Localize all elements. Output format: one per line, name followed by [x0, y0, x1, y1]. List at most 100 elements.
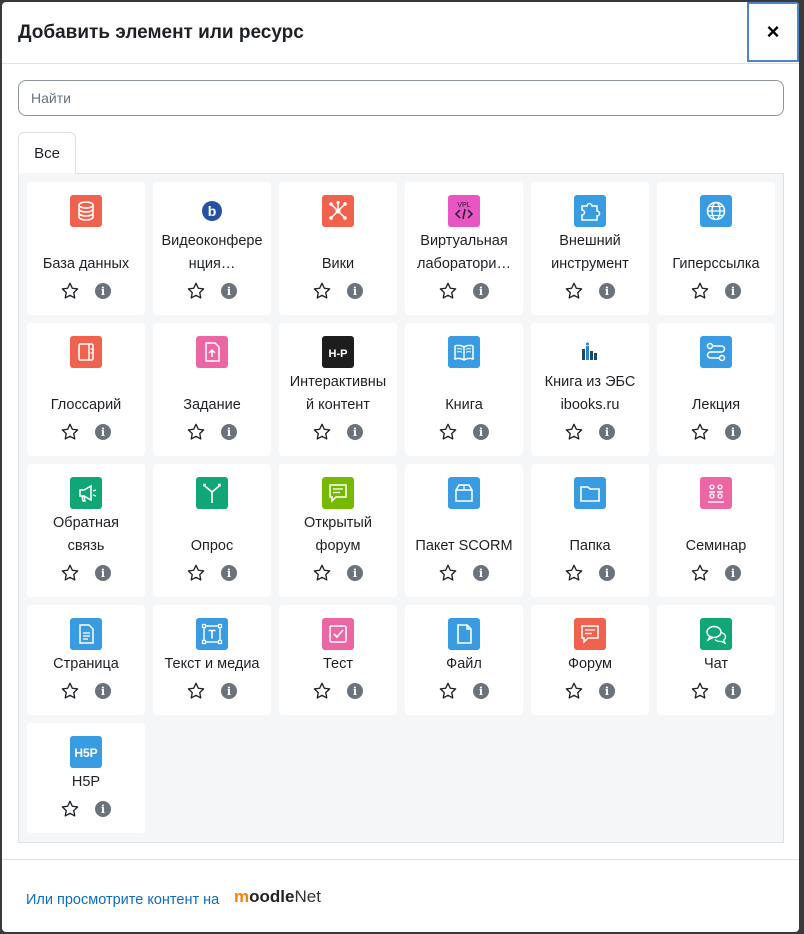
activity-card[interactable]: VPL Виртуальная лаборатори… i [405, 182, 523, 315]
star-icon[interactable] [186, 422, 206, 442]
activity-name: Глоссарий [31, 394, 141, 417]
info-icon[interactable]: i [95, 424, 111, 440]
info-icon[interactable]: i [221, 565, 237, 581]
info-icon[interactable]: i [725, 565, 741, 581]
star-icon[interactable] [312, 422, 332, 442]
star-icon[interactable] [438, 681, 458, 701]
info-icon[interactable]: i [599, 683, 615, 699]
star-icon[interactable] [564, 563, 584, 583]
activity-card[interactable]: Папка i [531, 464, 649, 597]
star-icon[interactable] [312, 281, 332, 301]
info-icon[interactable]: i [725, 424, 741, 440]
search-input[interactable] [18, 80, 784, 116]
text-media-icon [196, 618, 228, 650]
activity-card[interactable]: H5P H5P i [27, 723, 145, 833]
star-icon[interactable] [690, 681, 710, 701]
activity-card[interactable]: Обратная связь i [27, 464, 145, 597]
activity-card[interactable]: Текст и медиа i [153, 605, 271, 715]
svg-text:H5P: H5P [74, 746, 97, 760]
star-icon[interactable] [60, 422, 80, 442]
workshop-icon [700, 477, 732, 509]
star-icon[interactable] [186, 563, 206, 583]
activity-actions: i [657, 422, 775, 442]
info-icon[interactable]: i [221, 283, 237, 299]
activity-card[interactable]: Глоссарий i [27, 323, 145, 456]
info-icon[interactable]: i [347, 283, 363, 299]
star-icon[interactable] [438, 563, 458, 583]
info-icon[interactable]: i [95, 565, 111, 581]
moodlenet-logo[interactable]: m oodle Net [234, 887, 321, 907]
activity-actions: i [27, 681, 145, 701]
info-icon[interactable]: i [347, 424, 363, 440]
star-icon[interactable] [312, 563, 332, 583]
activity-card[interactable]: H-P Интерактивны й контент i [279, 323, 397, 456]
activity-actions: i [153, 281, 271, 301]
star-icon[interactable] [564, 281, 584, 301]
activity-card[interactable]: База данных i [27, 182, 145, 315]
activity-card[interactable]: Открытый форум i [279, 464, 397, 597]
tab-all[interactable]: Все [18, 132, 76, 174]
info-icon[interactable]: i [725, 683, 741, 699]
activity-card[interactable]: Форум i [531, 605, 649, 715]
activity-card[interactable]: Страница i [27, 605, 145, 715]
close-button[interactable]: × [747, 2, 799, 62]
info-icon[interactable]: i [473, 424, 489, 440]
info-icon[interactable]: i [95, 283, 111, 299]
info-icon[interactable]: i [95, 801, 111, 817]
star-icon[interactable] [690, 422, 710, 442]
tab-bar: Все [18, 132, 784, 174]
star-icon[interactable] [690, 563, 710, 583]
activity-card[interactable]: Опрос i [153, 464, 271, 597]
activity-name-line: й контент [306, 397, 370, 413]
database-icon [70, 195, 102, 227]
star-icon[interactable] [564, 681, 584, 701]
moodlenet-link[interactable]: Или просмотрите контент на [26, 892, 219, 908]
star-icon[interactable] [186, 281, 206, 301]
info-icon[interactable]: i [473, 565, 489, 581]
star-icon[interactable] [60, 681, 80, 701]
activity-panel: База данных i b Видеоконфере нция… i Вики i VPL В… [18, 173, 784, 843]
activity-name: H5P [31, 771, 141, 794]
activity-card[interactable]: Лекция i [657, 323, 775, 456]
info-icon[interactable]: i [599, 283, 615, 299]
info-icon[interactable]: i [473, 683, 489, 699]
info-icon[interactable]: i [95, 683, 111, 699]
info-icon[interactable]: i [599, 424, 615, 440]
activity-card[interactable]: Пакет SCORM i [405, 464, 523, 597]
ibooks-icon [574, 336, 606, 368]
star-icon[interactable] [690, 281, 710, 301]
activity-card[interactable]: Книга i [405, 323, 523, 456]
activity-card[interactable]: Тест i [279, 605, 397, 715]
info-icon[interactable]: i [221, 683, 237, 699]
star-icon[interactable] [60, 281, 80, 301]
star-icon[interactable] [60, 563, 80, 583]
activity-card[interactable]: Вики i [279, 182, 397, 315]
activity-actions: i [279, 281, 397, 301]
activity-card[interactable]: Файл i [405, 605, 523, 715]
activity-card[interactable]: Внешний инструмент i [531, 182, 649, 315]
moodlenet-logo-net: Net [294, 887, 321, 906]
star-icon[interactable] [564, 422, 584, 442]
activity-card[interactable]: Семинар i [657, 464, 775, 597]
activity-name: Гиперссылка [661, 253, 771, 276]
activity-card[interactable]: b Видеоконфере нция… i [153, 182, 271, 315]
star-icon[interactable] [312, 681, 332, 701]
info-icon[interactable]: i [221, 424, 237, 440]
activity-card[interactable]: Книга из ЭБС ibooks.ru i [531, 323, 649, 456]
activity-card[interactable]: Гиперссылка i [657, 182, 775, 315]
info-icon[interactable]: i [725, 283, 741, 299]
activity-card[interactable]: Чат i [657, 605, 775, 715]
info-icon[interactable]: i [347, 565, 363, 581]
info-icon[interactable]: i [473, 283, 489, 299]
choice-icon [196, 477, 228, 509]
star-icon[interactable] [438, 281, 458, 301]
star-icon[interactable] [438, 422, 458, 442]
star-icon[interactable] [60, 799, 80, 819]
activity-actions: i [531, 563, 649, 583]
info-icon[interactable]: i [599, 565, 615, 581]
activity-card[interactable]: Задание i [153, 323, 271, 456]
activity-name-line: Глоссарий [50, 397, 122, 413]
info-icon[interactable]: i [347, 683, 363, 699]
star-icon[interactable] [186, 681, 206, 701]
svg-text:H-P: H-P [329, 348, 348, 360]
